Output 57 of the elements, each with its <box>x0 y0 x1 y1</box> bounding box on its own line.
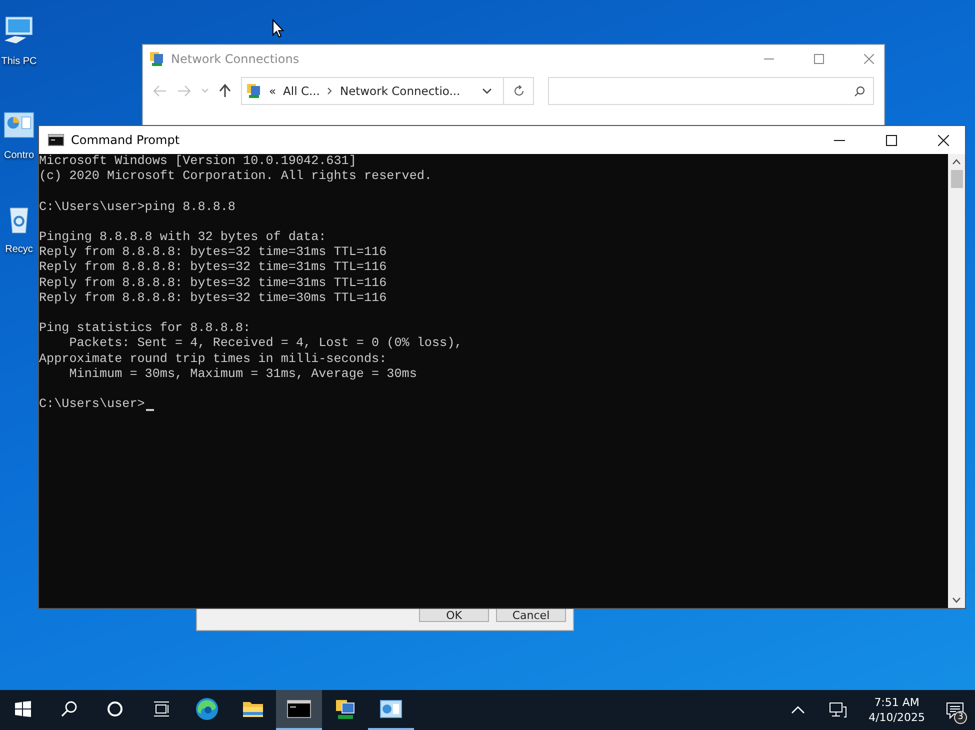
chevron-up-icon[interactable] <box>790 706 805 714</box>
console-icon <box>48 134 64 146</box>
scroll-up-icon[interactable] <box>952 159 961 165</box>
search-icon[interactable] <box>61 701 77 717</box>
text-cursor <box>146 409 154 412</box>
console-line: Reply from 8.8.8.8: bytes=32 time=31ms TTL=116 <box>39 260 387 276</box>
mouse-pointer-icon <box>272 19 284 38</box>
network-status-icon[interactable] <box>828 702 847 718</box>
scrollbar[interactable] <box>948 154 965 608</box>
console-line: Reply from 8.8.8.8: bytes=32 time=30ms TTL=116 <box>39 290 387 306</box>
taskbar-button[interactable] <box>276 690 322 730</box>
window-title: Command Prompt <box>71 133 180 147</box>
maximize-icon[interactable] <box>886 134 897 146</box>
breadcrumb-overflow[interactable]: « <box>269 84 276 98</box>
chevron-right-icon <box>326 87 333 95</box>
console-line: C:\Users\user>ping 8.8.8.8 <box>39 200 236 215</box>
console-line: Reply from 8.8.8.8: bytes=32 time=31ms TTL=116 <box>39 276 387 291</box>
browser-icon[interactable] <box>195 697 219 721</box>
console-icon[interactable] <box>287 700 311 718</box>
clock-time: 7:51 AM <box>874 695 920 710</box>
dialog-button[interactable]: Cancel <box>496 609 566 622</box>
chevron-down-icon[interactable] <box>482 88 492 94</box>
breadcrumb-item[interactable]: Network Connectio... <box>340 84 460 98</box>
circle-icon[interactable] <box>107 701 123 717</box>
refresh-icon[interactable] <box>513 85 525 97</box>
network-icon <box>149 51 165 67</box>
dialog-button[interactable]: OK <box>419 609 489 622</box>
notifications-icon[interactable] <box>946 702 964 718</box>
desktop-icon-label[interactable]: This PC <box>1 56 37 67</box>
notification-count: 3 <box>954 711 967 724</box>
windows-logo-icon[interactable] <box>15 701 31 717</box>
task-view-icon[interactable] <box>152 701 170 717</box>
folder-icon[interactable] <box>242 700 264 718</box>
up-arrow-icon[interactable] <box>219 84 231 98</box>
window-title: Network Connections <box>171 52 300 66</box>
console-line: (c) 2020 Microsoft Corporation. All rights reserved. <box>39 169 432 184</box>
console-line: Approximate round trip times in milli-seconds: <box>39 352 387 367</box>
console-line: Pinging 8.8.8.8 with 32 bytes of data: <box>39 230 326 246</box>
network-icon <box>246 83 262 99</box>
clock-date: 4/10/2025 <box>868 710 925 725</box>
console-line: C:\Users\user> <box>39 397 145 412</box>
clock[interactable]: 7:51 AM 4/10/2025 <box>868 695 925 725</box>
scroll-down-icon[interactable] <box>952 597 961 603</box>
scrollbar-thumb[interactable] <box>950 170 962 188</box>
console-line: Microsoft Windows [Version 10.0.19042.631] <box>39 154 356 170</box>
address-bar[interactable]: « All C... Network Connectio... <box>241 77 534 105</box>
network-icon[interactable] <box>334 698 356 720</box>
console-line: Packets: Sent = 4, Received = 4, Lost = 0 (0% loss), <box>68 336 462 352</box>
search-icon <box>854 86 865 96</box>
console-line: Ping statistics for 8.8.8.8: <box>39 321 251 336</box>
desktop-icon-label[interactable]: Recyc <box>5 244 33 255</box>
console-line: Reply from 8.8.8.8: bytes=32 time=31ms TTL=116 <box>39 245 387 260</box>
console-line: Minimum = 30ms, Maximum = 31ms, Average = 30ms <box>68 366 417 382</box>
search-field[interactable] <box>548 77 874 105</box>
breadcrumb-item[interactable]: All C... <box>283 84 320 98</box>
close-icon[interactable] <box>938 134 949 146</box>
desktop-icon-label[interactable]: Contro <box>4 150 34 161</box>
